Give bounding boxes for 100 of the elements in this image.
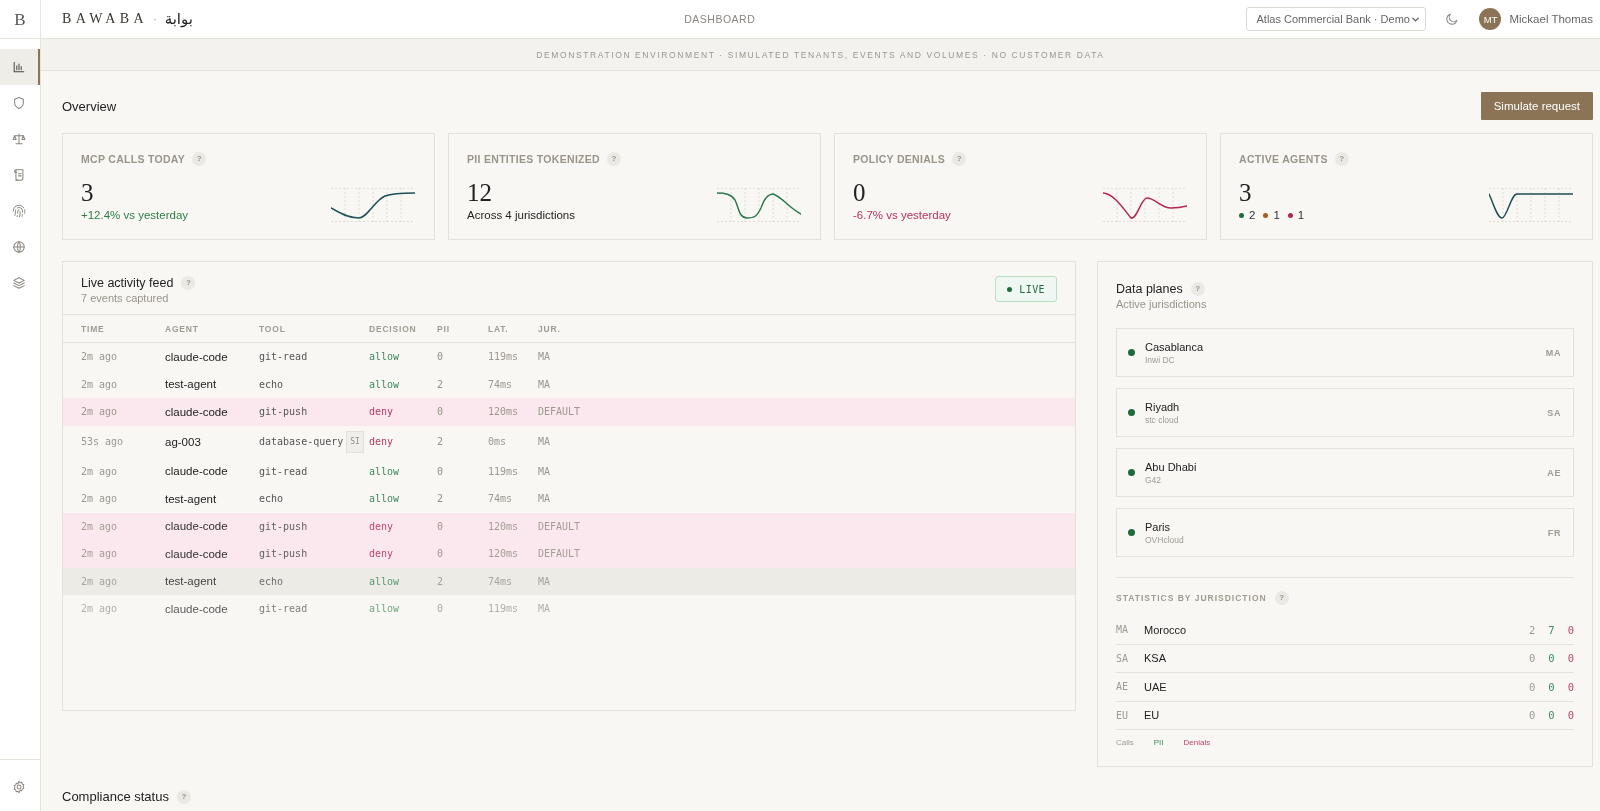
plane-city: Abu Dhabi [1145,459,1197,474]
table-cell-text: 2m ago [81,465,119,477]
simulate-request-button[interactable]: Simulate request [1480,92,1593,120]
table-cell-text: 2m ago [81,378,119,390]
sidebar-nav-item[interactable] [0,49,40,85]
table-cell-text: git-read [259,351,309,363]
table-row[interactable]: 2m ago claude-code git-push deny 0 120ms DEFAULT [63,540,1075,568]
table-cell-text: 0 [437,465,445,477]
table-cell-text: git-push [259,548,309,560]
brand-name: BAWABA [62,11,148,27]
column-header: PII [437,323,451,334]
table-cell-text: MA [538,603,552,615]
plane-provider: G42 [1145,473,1162,486]
table-cell-text: echo [259,378,285,390]
pii-count: 0 [1548,709,1555,722]
logo-mark: B [14,10,26,28]
notice-banner-text: DEMONSTRATION ENVIRONMENT · SIMULATED TENANTS, EVENTS AND VOLUMES · NO CUSTOMER DATA [536,49,1105,60]
jurisdiction-code: AE [1116,681,1130,693]
table-cell-text: git-push [259,520,309,532]
legend-label: Denials [1183,738,1211,747]
table-cell-text: claude-code [165,465,229,478]
table-row[interactable]: 2m ago claude-code git-read allow 0 119ms MA [63,595,1075,623]
table-cell-text: 119ms [488,603,520,615]
pii-count: 0 [1548,652,1555,665]
moon-icon [1445,12,1460,26]
pii-count: 7 [1548,623,1555,636]
user-avatar[interactable]: MT [1479,8,1502,30]
calls-count: 0 [1529,680,1536,693]
brand-separator: · [152,13,157,25]
table-cell-text: 0 [437,406,445,418]
table-cell-text: 2 [437,575,445,587]
layers-icon [12,276,26,290]
plane-city: Riyadh [1145,399,1180,414]
table-cell-text: allow [369,378,401,390]
stat-title: MCP CALLS TODAY [81,153,186,165]
jurisdiction-code: AE [1547,467,1561,478]
denials-count: 0 [1567,623,1574,636]
table-cell-text: test-agent [165,575,218,588]
table-row[interactable]: 2m ago test-agent echo allow 2 74ms MA [63,370,1075,398]
table-cell-text: ag-003 [165,435,202,448]
section-label: STATISTICS BY JURISDICTION [1116,593,1267,603]
table-cell-text: git-read [259,465,309,477]
table-row[interactable]: 2m ago claude-code git-push deny 0 120ms DEFAULT [63,398,1075,426]
section-title: Compliance status [62,789,169,804]
table-cell-text: deny [369,406,395,418]
jurisdiction-name: UAE [1144,680,1167,693]
jurisdiction-name: Morocco [1144,623,1187,636]
table-row[interactable]: 2m ago test-agent echo allow 2 74ms MA [63,485,1075,513]
pii-count: 0 [1548,680,1555,693]
data-plane-card[interactable]: Abu Dhabi G42 AE [1116,448,1574,497]
table-cell-text: 74ms [488,493,514,505]
data-plane-card[interactable]: Paris OVHcloud FR [1116,508,1574,557]
table-cell-text: test-agent [165,378,218,391]
legend-label: PII [1153,738,1164,747]
table-cell-text: DEFAULT [538,406,582,418]
table-cell-text: test-agent [165,492,218,505]
stat-title: POLICY DENIALS [853,153,946,165]
tenant-select[interactable]: Atlas Commercial Bank · Demo [1246,7,1427,31]
table-row[interactable]: 53s ago ag-003 database-query SI deny 2 0ms MA [63,425,1075,458]
table-cell-text: deny [369,548,395,560]
data-plane-card[interactable]: Casablanca Inwi DC MA [1116,328,1574,377]
denials-count: 0 [1567,680,1574,693]
table-cell-text: claude-code [165,520,229,533]
calls-count: 0 [1529,652,1536,665]
table-row[interactable]: 2m ago claude-code git-read allow 0 119ms MA [63,343,1075,371]
legend-label: Calls [1116,738,1134,747]
table-cell-text: MA [538,465,552,477]
column-header: TOOL [259,323,287,334]
table-cell-text: echo [259,493,285,505]
table-cell-text: DEFAULT [538,548,582,560]
table-cell-text: 0 [437,520,445,532]
column-header: LAT. [488,323,510,334]
table-row[interactable]: 2m ago claude-code git-read allow 0 119ms MA [63,457,1075,485]
data-plane-card[interactable]: Riyadh stc cloud SA [1116,388,1574,437]
table-cell-text: allow [369,575,401,587]
table-cell-text: 2m ago [81,493,119,505]
stat-title: ACTIVE AGENTS [1239,153,1328,165]
table-cell-text: 2m ago [81,406,119,418]
table-row[interactable]: 2m ago test-agent echo allow 2 74ms MA [63,567,1075,595]
table-cell-text: MA [538,436,552,447]
table-cell-text: 2m ago [81,520,119,532]
stat-value: 0 [853,180,866,206]
table-cell-text: claude-code [165,602,229,615]
column-header: DECISION [369,323,418,334]
table-cell-text: 2m ago [81,575,119,587]
calls-count: 2 [1529,623,1536,636]
table-row[interactable]: 2m ago claude-code git-push deny 0 120ms DEFAULT [63,512,1075,540]
live-label: LIVE [1019,283,1045,295]
jurisdiction-name: KSA [1144,652,1166,665]
table-cell-text: allow [369,465,401,477]
jurisdiction-code: EU [1116,709,1130,721]
table-cell-text: 53s ago [81,436,125,447]
table-cell-text: git-push [259,406,309,418]
theme-toggle-button[interactable] [1445,12,1460,26]
user-name[interactable]: Mickael Thomas [1509,13,1593,25]
table-cell-text: deny [369,436,395,447]
table-cell: database-query [259,436,344,447]
settings-icon [12,780,26,794]
plane-provider: Inwi DC [1145,353,1175,366]
table-cell-text: claude-code [165,405,229,418]
